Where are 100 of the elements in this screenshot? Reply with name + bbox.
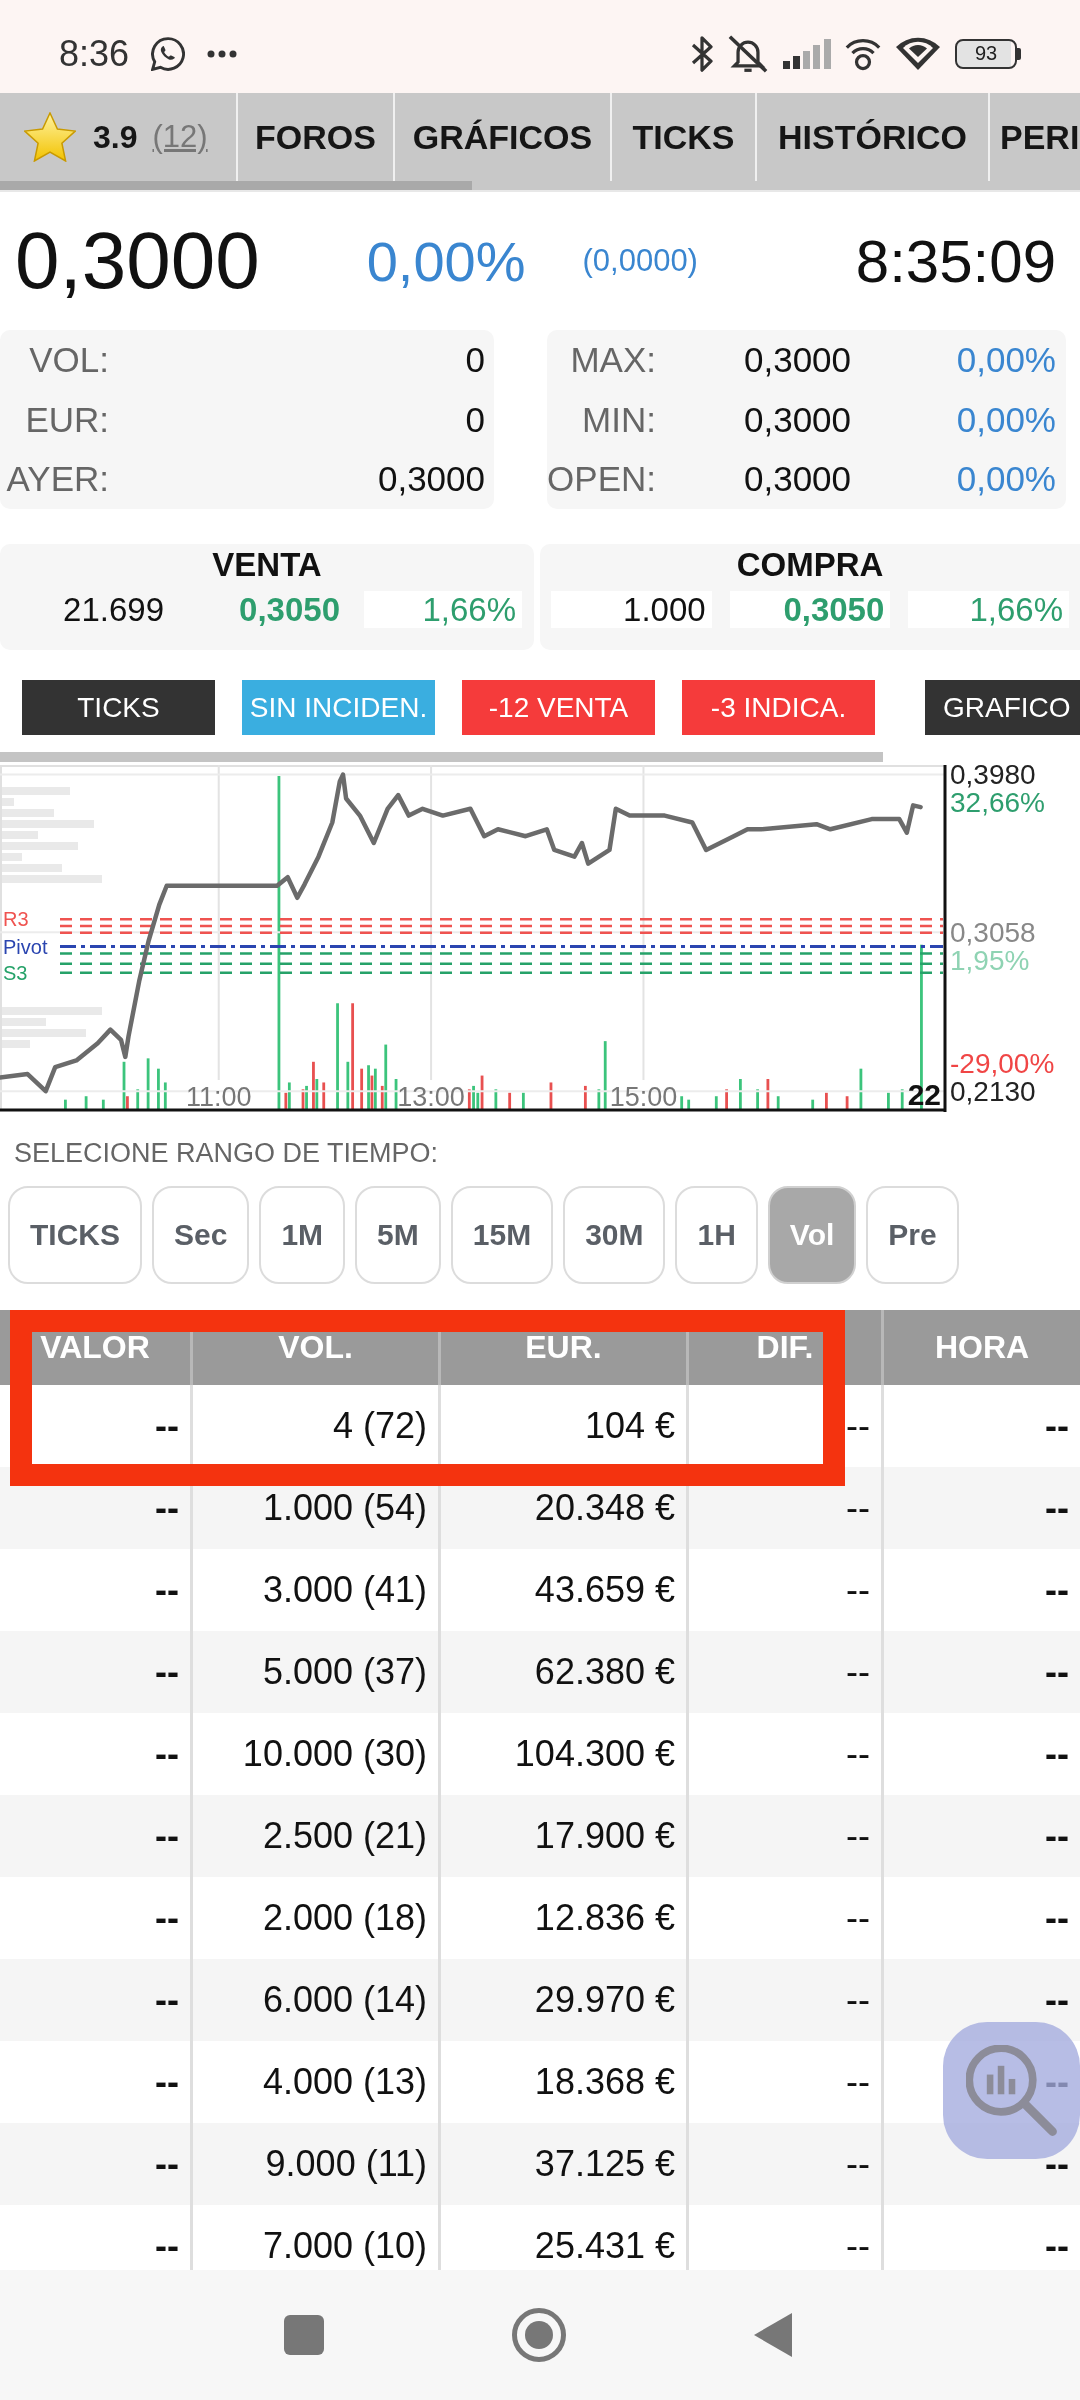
volume-bar (394, 1079, 398, 1110)
stat-value: 0,3000 (744, 459, 852, 500)
volume-bar (322, 1082, 326, 1110)
table-cell: -- (846, 1569, 870, 1611)
battery-indicator: 93 (955, 38, 1021, 69)
table-cell: -- (846, 1979, 870, 2021)
table-cell: -- (846, 1733, 870, 1775)
range-button[interactable]: 5M (355, 1186, 441, 1284)
back-icon[interactable] (754, 2313, 792, 2357)
order-change: 1,66% (908, 591, 1069, 628)
table-cell: 4.000 (13) (262, 2061, 427, 2103)
table-cell: 17.900 € (534, 1815, 675, 1857)
range-button[interactable]: 1H (675, 1186, 758, 1284)
volume-bar (549, 1082, 553, 1110)
volume-bar (597, 1089, 601, 1110)
range-button[interactable]: Sec (152, 1186, 250, 1284)
table-cell: 62.380 € (534, 1651, 675, 1693)
volume-bar (101, 1099, 105, 1110)
phone-bubble-icon (151, 36, 186, 71)
table-cell: 10.000 (30) (242, 1733, 427, 1775)
volume-bar (714, 1096, 718, 1110)
table-cell: -- (155, 1897, 179, 1939)
level-label: Pivot (3, 935, 48, 958)
order-quantity: 1.000 (551, 591, 712, 628)
table-cell: 43.659 € (534, 1569, 675, 1611)
stat-change: 0,00% (956, 339, 1056, 380)
table-cell: -- (155, 1979, 179, 2021)
table-cell: 104.300 € (514, 1733, 675, 1775)
volume-bar (163, 1082, 167, 1110)
volume-bar (687, 1099, 691, 1110)
level-label: R3 (3, 908, 29, 931)
bluetooth-icon (691, 35, 713, 72)
stat-label: MIN: (582, 399, 656, 440)
volume-bar (508, 1092, 512, 1110)
table-cell: -- (1045, 2143, 1069, 2185)
range-title: SELECIONE RANGO DE TIEMPO: (14, 1137, 439, 1170)
table-cell: -- (155, 2225, 179, 2267)
table-cell: 5.000 (37) (262, 1651, 427, 1693)
range-button[interactable]: TICKS (8, 1186, 142, 1284)
indicator-button[interactable]: GRAFICO (925, 680, 1080, 735)
indicator-button[interactable]: -12 VENTA (462, 680, 655, 735)
rating-tab[interactable]: 3.9 (12) (0, 93, 236, 181)
clock: 8:36 (59, 32, 130, 75)
stat-value: 0 (465, 399, 485, 440)
chart-search-button[interactable] (943, 2022, 1080, 2159)
home-icon[interactable] (512, 2308, 566, 2362)
tab[interactable]: HISTÓRICO (755, 93, 988, 181)
order-quantity: 21.699 (63, 591, 165, 628)
volume-bar (521, 1092, 525, 1110)
tab[interactable]: PERI (988, 93, 1080, 181)
volume-bar (157, 1068, 160, 1110)
order-title: VENTA (212, 548, 322, 582)
volume-bar (766, 1079, 770, 1110)
range-button[interactable]: 1M (259, 1186, 346, 1284)
volume-bar (845, 1096, 849, 1110)
table-cell: 3.000 (41) (262, 1569, 427, 1611)
table-cell: -- (1045, 2061, 1069, 2103)
table-cell: -- (846, 1897, 870, 1939)
range-button[interactable]: 30M (563, 1186, 666, 1284)
table-cell: 20.348 € (534, 1487, 675, 1529)
volume-bar (900, 1089, 904, 1110)
stat-label: AYER: (6, 459, 109, 500)
table-cell: -- (846, 1815, 870, 1857)
indicator-button[interactable]: TICKS (22, 680, 215, 735)
table-cell: 25.431 € (534, 2225, 675, 2267)
volume-bar (136, 1089, 140, 1110)
table-cell: -- (1045, 1979, 1069, 2021)
volume-bar (725, 1089, 728, 1110)
star-icon (24, 112, 76, 162)
table-cell: -- (155, 2143, 179, 2185)
table-cell: 6.000 (14) (262, 1979, 427, 2021)
table-cell: 4 (72) (332, 1405, 427, 1447)
table-cell: -- (1045, 1405, 1069, 1447)
table-cell: -- (846, 1487, 870, 1529)
range-button[interactable]: Pre (866, 1186, 959, 1284)
table-cell: -- (1045, 1897, 1069, 1939)
stat-label: MAX: (570, 339, 656, 380)
change-value: (0,0000) (582, 243, 698, 279)
table-cell: 9.000 (11) (265, 2143, 427, 2185)
table-cell: -- (846, 2061, 870, 2103)
ellipsis-icon (207, 49, 238, 58)
table-cell: -- (846, 1651, 870, 1693)
table-cell: -- (155, 1815, 179, 1857)
stat-label: EUR: (25, 399, 109, 440)
table-cell: 37.125 € (534, 2143, 675, 2185)
stat-value: 0,3000 (744, 339, 852, 380)
volume-bar (811, 1099, 815, 1110)
table-cell: -- (155, 1569, 179, 1611)
indicator-button[interactable]: -3 INDICA. (682, 680, 875, 735)
tab[interactable]: TICKS (610, 93, 755, 181)
stat-value: 0 (465, 339, 485, 380)
stat-label: VOL: (29, 339, 109, 380)
wifi-icon (895, 35, 941, 72)
table-cell: 29.970 € (534, 1979, 675, 2021)
order-price: 0,3050 (239, 591, 341, 628)
stat-change: 0,00% (956, 459, 1056, 500)
table-cell: -- (846, 2225, 870, 2267)
range-button[interactable]: 15M (450, 1186, 554, 1284)
rating-score: 3.9 (93, 118, 138, 156)
stat-value: 0,3000 (744, 399, 852, 440)
